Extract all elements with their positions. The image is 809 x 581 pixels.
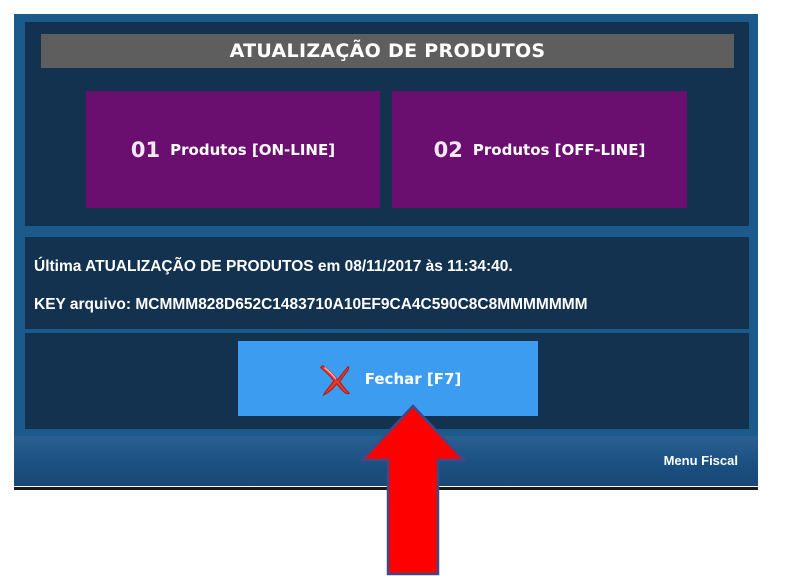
menu-fiscal-link[interactable]: Menu Fiscal [664,453,738,468]
screen: ATUALIZAÇÃO DE PRODUTOS 01 Produtos [ON-… [0,0,809,581]
key-file-text: KEY arquivo: MCMMM828D652C1483710A10EF9C… [34,296,588,313]
option-online-button[interactable]: 01 Produtos [ON-LINE] [86,91,380,208]
info-panel [25,237,749,329]
last-update-text: Última ATUALIZAÇÃO DE PRODUTOS em 08/11/… [34,258,513,275]
option-number: 02 [433,137,463,162]
option-label: Produtos [ON-LINE] [170,140,336,159]
close-button-label: Fechar [F7] [364,369,462,388]
red-up-arrow-icon [359,404,467,576]
x-close-icon [319,364,350,396]
option-offline-button[interactable]: 02 Produtos [OFF-LINE] [392,91,687,208]
dialog-title: ATUALIZAÇÃO DE PRODUTOS [41,34,734,68]
option-number: 01 [130,137,161,162]
option-label: Produtos [OFF-LINE] [472,140,646,159]
